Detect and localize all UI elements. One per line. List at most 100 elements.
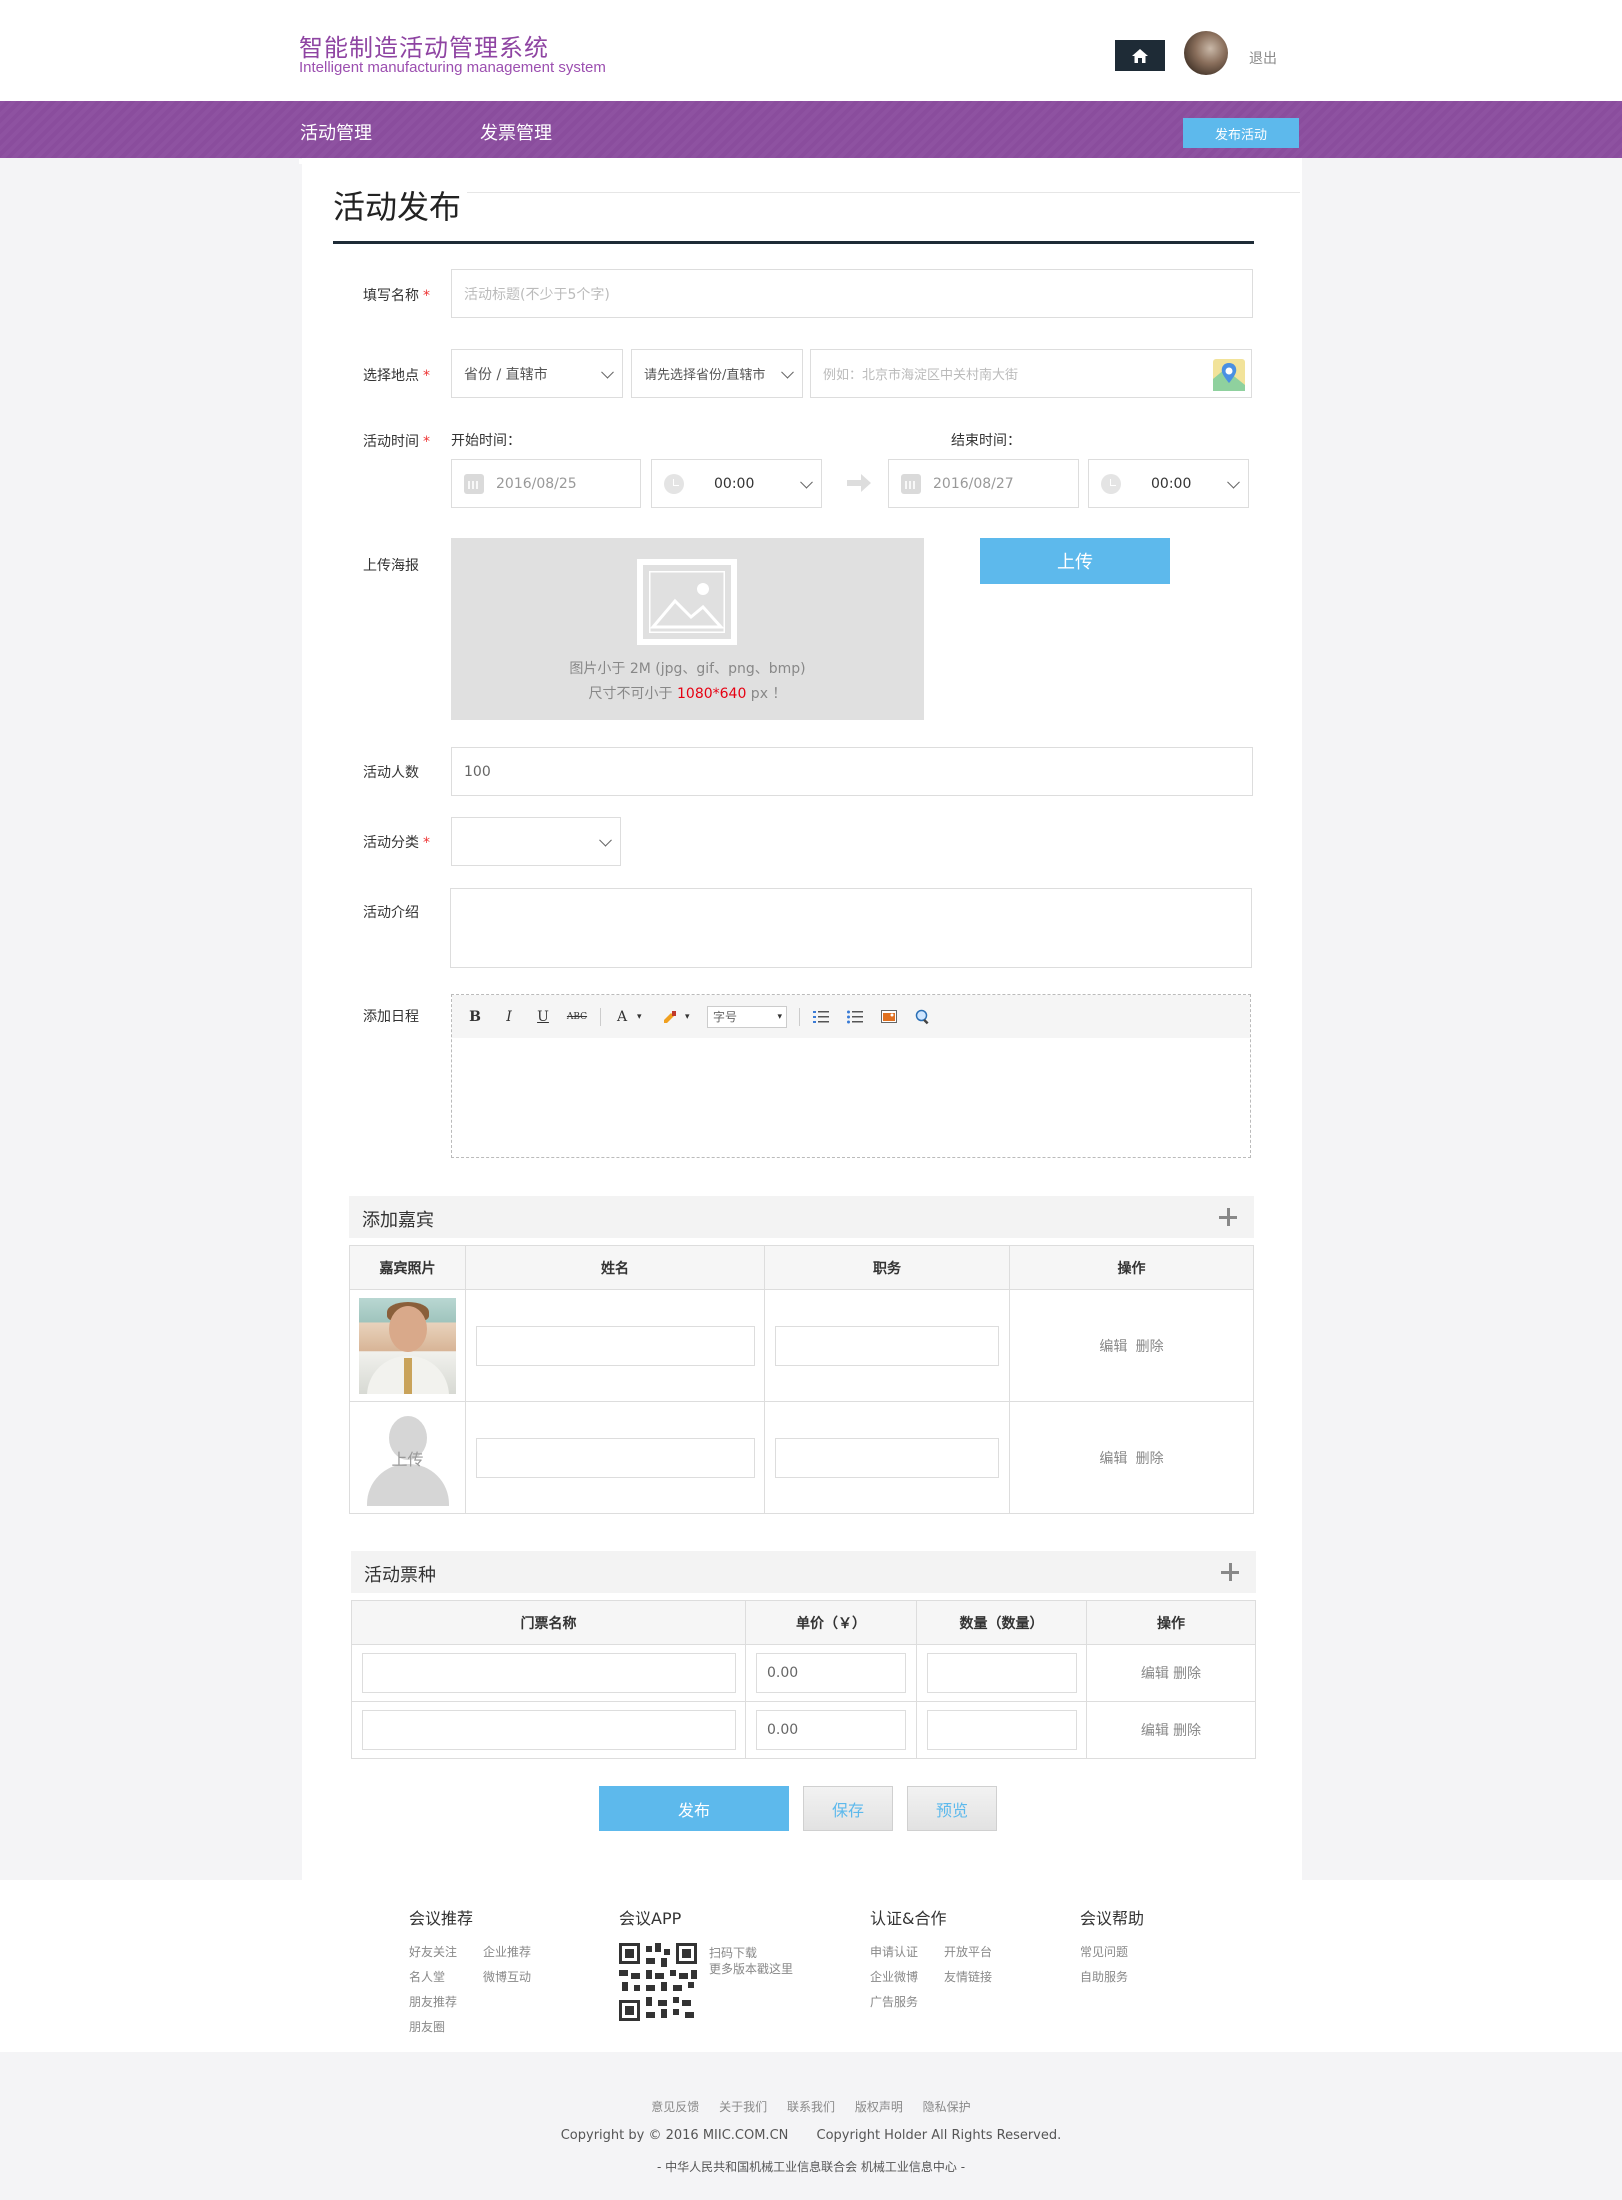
ticket-name-input[interactable] (361, 1653, 736, 1693)
guest-position-input[interactable] (775, 1437, 999, 1478)
footer-link[interactable]: 关于我们 (719, 2100, 767, 2114)
poster-hint-size: 尺寸不可小于 1080*640 px ！ (588, 686, 787, 702)
add-guest-plus-icon[interactable] (1218, 1207, 1238, 1227)
footer-link[interactable]: 好友关注 (409, 1943, 457, 1960)
bold-button[interactable]: B (464, 1006, 486, 1028)
footer-link[interactable]: 自助服务 (1080, 1968, 1128, 1985)
table-header-row: 门票名称 单价（￥） 数量（数量） 操作 (351, 1600, 1256, 1645)
main-card: 活动发布 填写名称 * 活动标题(不少于5个字) 选择地点 * 省份 / 直辖市 请… (302, 158, 1302, 1880)
image-icon (881, 1010, 897, 1023)
guest-photo[interactable] (359, 1297, 456, 1394)
footer-link[interactable]: 开放平台 (944, 1943, 992, 1960)
delete-link[interactable]: 删除 (1173, 1666, 1201, 1682)
preview-button[interactable]: 预览 (907, 1786, 997, 1831)
edit-link[interactable]: 编辑 (1141, 1666, 1169, 1682)
footer-column-title: 会议帮助 (1080, 1909, 1145, 1928)
title-divider-thin (333, 192, 1300, 193)
chevron-down-icon (1227, 475, 1240, 489)
edit-link[interactable]: 编辑 (1099, 1451, 1127, 1467)
ticket-name-input[interactable] (361, 1710, 736, 1750)
edit-link[interactable]: 编辑 (1141, 1723, 1169, 1739)
logout-link[interactable]: 退出 (1249, 48, 1277, 68)
delete-link[interactable]: 删除 (1136, 1451, 1164, 1467)
start-date-input[interactable]: 2016/08/25 (451, 459, 641, 508)
address-input[interactable]: 例如：北京市海淀区中关村南大街 (810, 349, 1252, 398)
footer-link[interactable]: 广告服务 (870, 1993, 918, 2010)
font-size-select[interactable]: 字号 (707, 1005, 787, 1028)
participant-count-input[interactable]: 100 (451, 747, 1253, 796)
guest-name-input[interactable] (475, 1325, 755, 1366)
delete-link[interactable]: 删除 (1173, 1723, 1201, 1739)
ticket-price-input[interactable]: 0.00 (756, 1653, 906, 1693)
copyright: Copyright by © 2016 MIIC.COM.CN Copyrigh… (560, 2128, 1062, 2143)
ordered-list-button[interactable] (810, 1006, 832, 1028)
unordered-list-icon (847, 1010, 863, 1023)
edit-link[interactable]: 编辑 (1099, 1339, 1127, 1355)
highlight-button[interactable] (659, 1006, 681, 1028)
city-select[interactable]: 请先选择省份/直辖市 (631, 349, 803, 398)
end-date-input[interactable]: 2016/08/27 (888, 459, 1079, 508)
guest-name-input[interactable] (475, 1437, 755, 1478)
nav-item-activity-management[interactable]: 活动管理 (299, 119, 373, 164)
poster-upload-button[interactable]: 上传 (980, 538, 1170, 584)
footer-link[interactable]: 更多版本戳这里 (709, 1959, 839, 1979)
user-avatar[interactable] (1184, 31, 1228, 75)
underline-button[interactable]: U (532, 1006, 554, 1028)
highlight-dropdown-icon[interactable]: ▾ (685, 1012, 695, 1022)
insert-image-button[interactable] (878, 1006, 900, 1028)
top-header: 智能制造活动管理系统 Intelligent manufacturing man… (0, 0, 1622, 101)
publish-activity-button[interactable]: 发布活动 (1183, 118, 1299, 148)
qr-code-icon[interactable] (619, 1943, 697, 2021)
table-header: 操作 (1009, 1245, 1254, 1290)
guest-photo-upload-label[interactable]: 上传 (359, 1446, 456, 1470)
footer-column-title: 会议APP (619, 1909, 682, 1928)
add-ticket-plus-icon[interactable] (1220, 1562, 1240, 1582)
ticket-quantity-input[interactable] (926, 1710, 1077, 1750)
count-label: 活动人数 (363, 765, 419, 781)
guest-position-input[interactable] (775, 1325, 999, 1366)
start-time-select[interactable]: 00:00 (651, 459, 822, 508)
publish-button[interactable]: 发布 (599, 1786, 789, 1831)
footer-link[interactable]: 企业推荐 (483, 1943, 531, 1960)
schedule-editor[interactable]: B I U ABC A ▾ ▾ 字号 (451, 994, 1251, 1158)
footer-link[interactable]: 微博互动 (483, 1968, 531, 1985)
footer-links-area: 会议推荐 好友关注 企业推荐 名人堂 微博互动 朋友推荐 朋友圈 会议APP 扫… (0, 1880, 1622, 2052)
time-label: 活动时间 * (363, 434, 430, 450)
end-time-select[interactable]: 00:00 (1088, 459, 1249, 508)
footer-link[interactable]: 常见问题 (1080, 1943, 1128, 1960)
chevron-down-icon (601, 365, 614, 379)
footer-link[interactable]: 隐私保护 (923, 2100, 971, 2114)
nav-item-invoice-management[interactable]: 发票管理 (480, 119, 552, 145)
activity-name-input[interactable]: 活动标题(不少于5个字) (451, 269, 1253, 318)
intro-textarea[interactable] (450, 888, 1252, 968)
footer-link[interactable]: 友情链接 (944, 1968, 992, 1985)
map-pin-icon[interactable] (1213, 359, 1245, 391)
font-color-button[interactable]: A (611, 1006, 633, 1028)
italic-button[interactable]: I (498, 1006, 520, 1028)
poster-upload-area[interactable]: 图片小于 2M (jpg、gif、png、bmp) 尺寸不可小于 1080*64… (451, 538, 924, 720)
ticket-price-input[interactable]: 0.00 (756, 1710, 906, 1750)
footer-link[interactable]: 朋友圈 (409, 2018, 457, 2035)
main-nav: 活动管理 发票管理 发布活动 (0, 101, 1622, 164)
search-button[interactable] (912, 1006, 934, 1028)
location-label: 选择地点 * (363, 368, 430, 384)
strikethrough-button[interactable]: ABC (566, 1006, 588, 1028)
footer-link[interactable]: 企业微博 (870, 1968, 918, 1985)
home-button[interactable] (1115, 40, 1165, 71)
home-icon (1132, 48, 1148, 63)
category-label: 活动分类 * (363, 835, 430, 851)
footer-link[interactable]: 联系我们 (787, 2100, 835, 2114)
footer-link[interactable]: 朋友推荐 (409, 1993, 457, 2010)
category-select[interactable] (451, 817, 621, 866)
unordered-list-button[interactable] (844, 1006, 866, 1028)
font-color-dropdown-icon[interactable]: ▾ (637, 1012, 647, 1022)
footer-link[interactable]: 申请认证 (870, 1943, 918, 1960)
footer-link[interactable]: 名人堂 (409, 1968, 457, 1985)
province-select[interactable]: 省份 / 直辖市 (451, 349, 623, 398)
delete-link[interactable]: 删除 (1136, 1339, 1164, 1355)
footer-link[interactable]: 意见反馈 (651, 2100, 699, 2114)
ticket-quantity-input[interactable] (926, 1653, 1077, 1693)
footer-link[interactable]: 版权声明 (855, 2100, 903, 2114)
guest-photo-placeholder[interactable]: 上传 (359, 1410, 456, 1506)
save-button[interactable]: 保存 (803, 1786, 893, 1831)
